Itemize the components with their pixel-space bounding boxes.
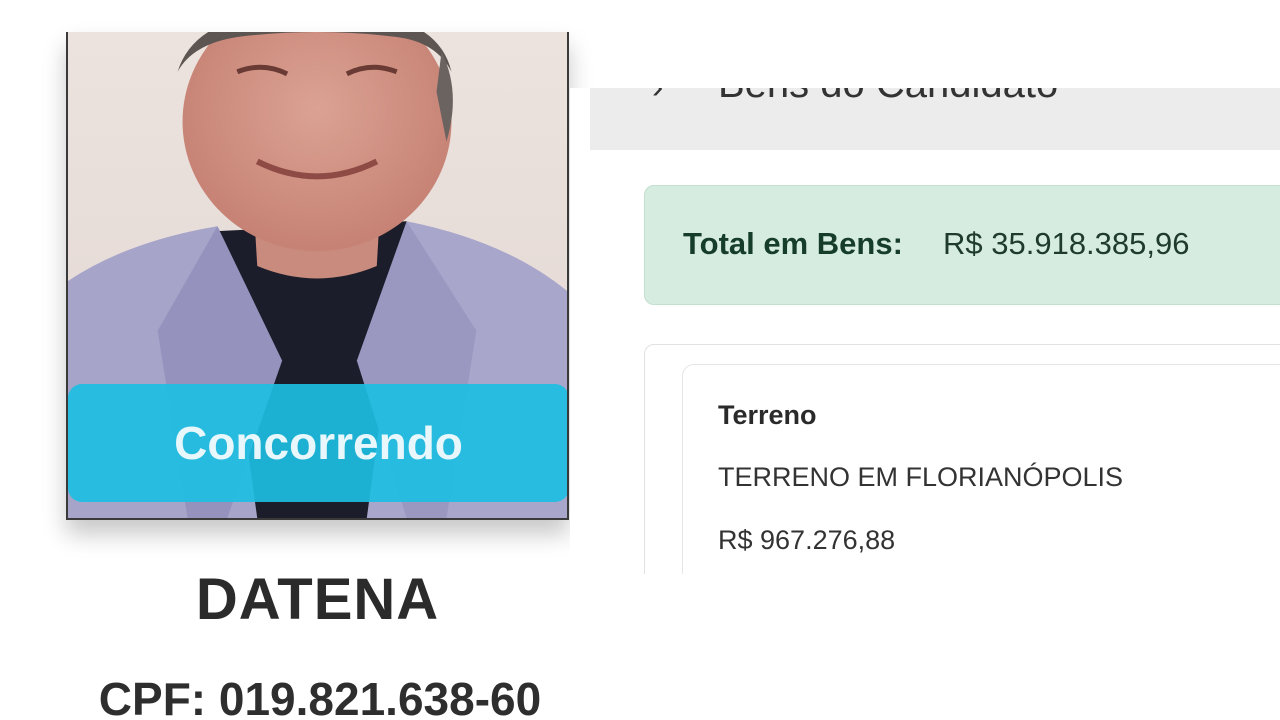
asset-item-description: TERRENO EM FLORIANÓPOLIS xyxy=(718,462,1124,492)
asset-item-value: R$ 967.276,88 xyxy=(718,525,896,555)
total-assets-label: Total em Bens: xyxy=(683,226,903,261)
candidate-photo-card: Concorrendo xyxy=(66,32,569,520)
assets-panel: › Bens do Candidato Total em Bens: R$ 35… xyxy=(570,88,1280,574)
candidate-name: DATENA xyxy=(195,567,440,632)
status-badge: Concorrendo xyxy=(68,384,567,502)
total-assets-box: Total em Bens: R$ 35.918.385,96 xyxy=(644,185,1280,305)
status-label: Concorrendo xyxy=(174,417,463,469)
chevron-right-icon: › xyxy=(652,88,663,107)
asset-item-type: Terreno xyxy=(718,400,817,430)
assets-section-header[interactable]: › Bens do Candidato xyxy=(590,88,1280,150)
candidate-cpf: CPF: 019.821.638-60 xyxy=(98,673,542,720)
screenshot-canvas: Concorrendo DATENA CPF: 019.821.638-60 ›… xyxy=(0,0,1280,720)
assets-section-title: Bens do Candidato xyxy=(718,88,1058,107)
total-assets-value: R$ 35.918.385,96 xyxy=(943,226,1190,261)
